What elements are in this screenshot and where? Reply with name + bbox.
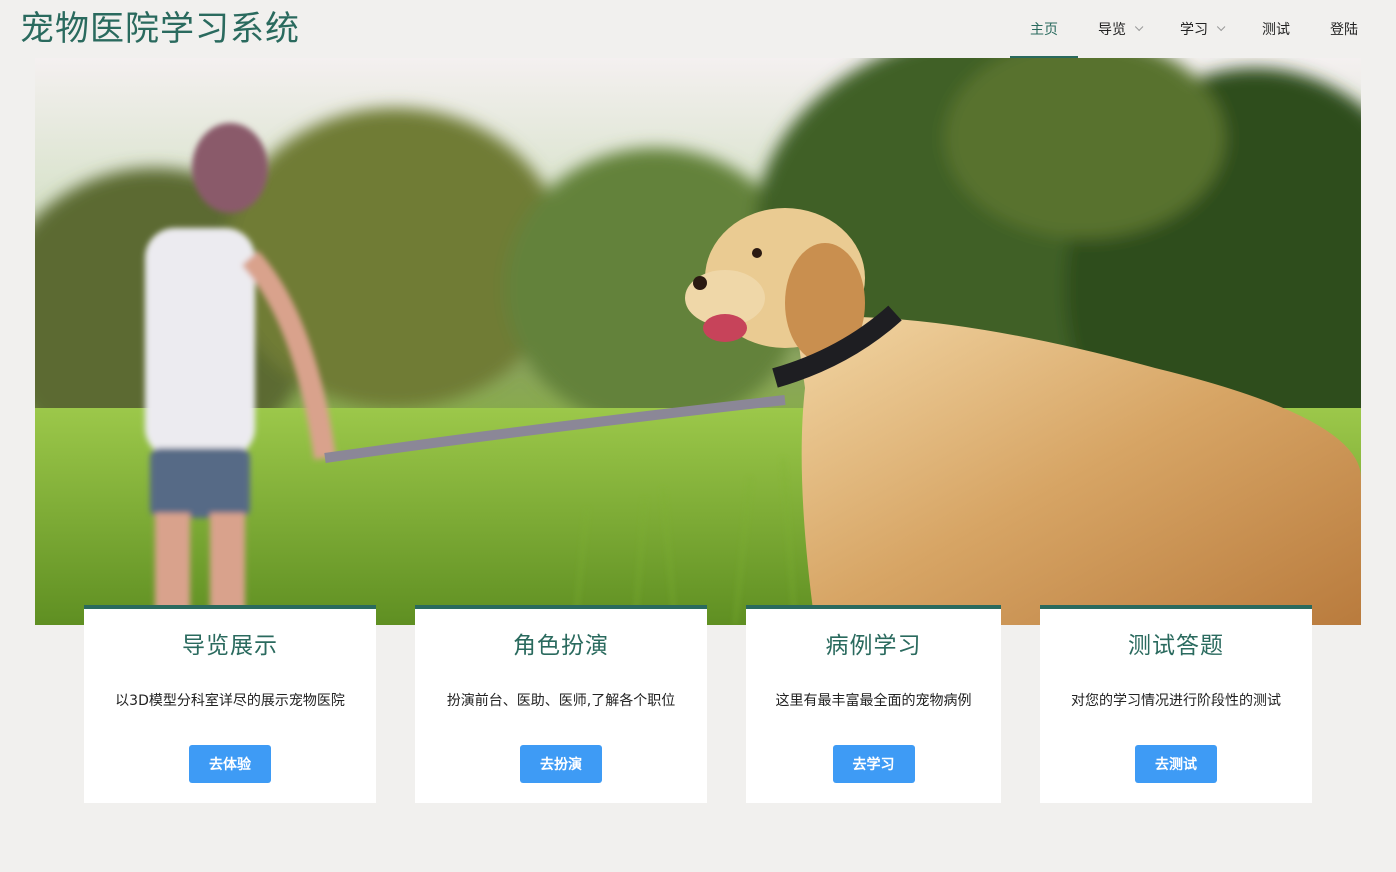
- hero-illustration: [35, 58, 1361, 625]
- nav-item-login[interactable]: 登陆: [1310, 0, 1378, 58]
- nav-item-home[interactable]: 主页: [1010, 0, 1078, 58]
- card-description: 这里有最丰富最全面的宠物病例: [775, 693, 972, 709]
- feature-card-test: 测试答题 对您的学习情况进行阶段性的测试 去测试: [1040, 605, 1312, 803]
- card-title: 病例学习: [825, 633, 922, 659]
- feature-card-roleplay: 角色扮演 扮演前台、医助、医师,了解各个职位 去扮演: [415, 605, 707, 803]
- page: 宠物医院学习系统 主页 导览 学习 测试 登陆 导览展示 以3D模型分科室详尽的…: [0, 0, 1396, 872]
- nav-item-study[interactable]: 学习: [1160, 0, 1242, 58]
- chevron-down-icon: [1216, 22, 1226, 32]
- nav-item-tour[interactable]: 导览: [1078, 0, 1160, 58]
- chevron-down-icon: [1134, 22, 1144, 32]
- site-title: 宠物医院学习系统: [20, 9, 300, 49]
- nav-item-test[interactable]: 测试: [1242, 0, 1310, 58]
- feature-card-cases: 病例学习 这里有最丰富最全面的宠物病例 去学习: [746, 605, 1001, 803]
- go-study-button[interactable]: 去学习: [832, 745, 915, 783]
- card-title: 测试答题: [1128, 633, 1224, 659]
- nav-item-label: 主页: [1030, 22, 1058, 38]
- nav-item-label: 学习: [1180, 22, 1208, 38]
- card-description: 对您的学习情况进行阶段性的测试: [1071, 693, 1281, 709]
- go-roleplay-button[interactable]: 去扮演: [520, 745, 602, 783]
- main-nav: 主页 导览 学习 测试 登陆: [1010, 0, 1378, 58]
- feature-card-tour: 导览展示 以3D模型分科室详尽的展示宠物医院 去体验: [84, 605, 376, 803]
- go-test-button[interactable]: 去测试: [1135, 745, 1217, 783]
- go-experience-button[interactable]: 去体验: [189, 745, 271, 783]
- nav-item-label: 导览: [1098, 22, 1126, 38]
- card-description: 扮演前台、医助、医师,了解各个职位: [446, 693, 676, 709]
- nav-item-label: 登陆: [1330, 22, 1358, 38]
- card-title: 导览展示: [182, 633, 278, 659]
- card-title: 角色扮演: [513, 633, 609, 659]
- nav-item-label: 测试: [1262, 22, 1290, 38]
- hero-banner-image: [35, 58, 1361, 625]
- card-description: 以3D模型分科室详尽的展示宠物医院: [115, 693, 345, 709]
